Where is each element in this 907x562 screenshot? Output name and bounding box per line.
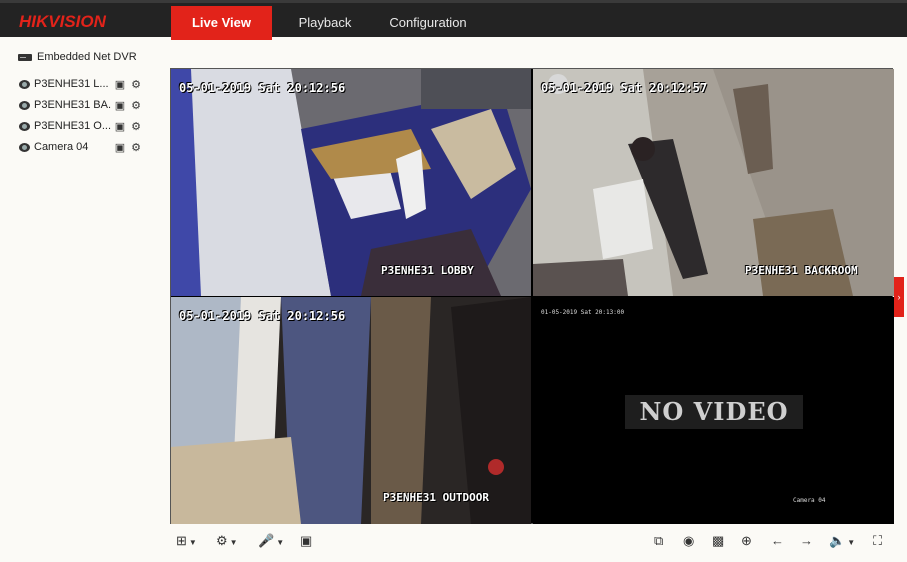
ptz-icon[interactable]: ⚙ <box>128 120 144 133</box>
video-tile-4[interactable]: 01-05-2019 Sat 20:13:00 NO VIDEO Camera … <box>533 297 894 524</box>
speaker-muted-icon: 🔈 <box>829 533 846 548</box>
tab-playback[interactable]: Playback <box>283 6 367 40</box>
ptz-icon: ▣ <box>300 533 313 548</box>
live-view-toolbar: ⊞ ▼ ⚙ ▼ 🎤 ▼ ▣ ⧉ ◉ ▩ ⊕ ← → 🔈 ▼ ⛶ <box>170 527 893 555</box>
device-dvr[interactable]: Embedded Net DVR <box>18 51 137 63</box>
microphone-icon: 🎤 <box>258 533 275 548</box>
record-icon[interactable]: ▣ <box>112 141 128 154</box>
video-camera-name: Camera 04 <box>793 497 826 504</box>
video-timestamp: 05-01-2019 Sat 20:12:57 <box>541 81 708 95</box>
camera-live-icon <box>19 142 30 152</box>
grid-layout-icon: ⊞ <box>176 533 187 548</box>
dvr-icon <box>18 53 32 61</box>
camera-label: P3ENHE31 L... <box>34 78 109 90</box>
record-icon[interactable]: ▣ <box>112 99 128 112</box>
camera-label: P3ENHE31 O... <box>34 120 112 132</box>
top-navigation-bar: HIKVISION Live View Playback Configurati… <box>0 0 907 40</box>
camera-live-icon <box>19 100 30 110</box>
record-icon[interactable]: ▣ <box>112 120 128 133</box>
camera-feed-image <box>171 69 531 296</box>
video-camera-name: P3ENHE31 BACKROOM <box>745 264 858 277</box>
stream-type-button[interactable]: ⚙ ▼ <box>216 532 238 550</box>
video-tile-2[interactable]: 05-01-2019 Sat 20:12:57 P3ENHE31 BACKROO… <box>533 69 894 296</box>
tab-configuration[interactable]: Configuration <box>380 6 476 40</box>
video-tile-3[interactable]: 05-01-2019 Sat 20:12:56 P3ENHE31 OUTDOOR <box>171 297 531 524</box>
video-timestamp: 05-01-2019 Sat 20:12:56 <box>179 81 346 95</box>
chevron-down-icon: ▼ <box>229 538 238 547</box>
fullscreen-button[interactable]: ⛶ <box>873 532 882 550</box>
camera-live-icon <box>19 121 30 131</box>
camera-item-3[interactable]: P3ENHE31 O... ▣ ⚙ <box>19 118 144 134</box>
camera-item-2[interactable]: P3ENHE31 BA... ▣ ⚙ <box>19 97 144 113</box>
expand-panel-icon[interactable]: › <box>894 277 904 317</box>
previous-page-button[interactable]: ← <box>771 532 784 550</box>
capture-button[interactable]: ◉ <box>683 532 694 550</box>
audio-talk-button[interactable]: 🎤 ▼ <box>258 532 284 550</box>
device-name: Embedded Net DVR <box>37 51 137 63</box>
video-timestamp: 05-01-2019 Sat 20:12:56 <box>179 309 346 323</box>
record-icon[interactable]: ▣ <box>112 78 128 91</box>
camera-item-4[interactable]: Camera 04 ▣ ⚙ <box>19 139 144 155</box>
digital-zoom-button[interactable]: ⊕ <box>741 532 752 550</box>
ptz-control-button[interactable]: ▣ <box>300 532 312 550</box>
ptz-icon[interactable]: ⚙ <box>128 99 144 112</box>
video-camera-name: P3ENHE31 OUTDOOR <box>383 491 489 504</box>
hikvision-logo: HIKVISION <box>19 12 106 31</box>
camera-item-1[interactable]: P3ENHE31 L... ▣ ⚙ <box>19 76 144 92</box>
tab-live-view[interactable]: Live View <box>171 6 272 40</box>
fullscreen-icon: ⛶ <box>873 533 883 548</box>
stop-all-icon: ⧉ <box>654 533 664 548</box>
camera-feed-image <box>171 297 531 524</box>
camera-label: Camera 04 <box>34 141 89 153</box>
chevron-down-icon: ▼ <box>188 538 197 547</box>
stop-all-button[interactable]: ⧉ <box>654 532 663 550</box>
window-layout-button[interactable]: ⊞ ▼ <box>176 532 197 550</box>
chevron-down-icon: ▼ <box>847 538 856 547</box>
record-icon: ▩ <box>712 533 725 548</box>
camera-feed-image <box>533 69 894 296</box>
ptz-icon[interactable]: ⚙ <box>128 141 144 154</box>
arrow-right-icon: → <box>800 533 813 548</box>
no-video-message: NO VIDEO <box>625 395 803 429</box>
camera-label: P3ENHE31 BA... <box>34 99 112 111</box>
zoom-in-icon: ⊕ <box>741 533 752 548</box>
camera-icon: ◉ <box>683 533 695 548</box>
camera-live-icon <box>19 79 30 89</box>
ptz-icon[interactable]: ⚙ <box>128 78 144 91</box>
live-view-grid: 05-01-2019 Sat 20:12:56 P3ENHE31 LOBBY 0… <box>170 68 894 524</box>
video-timestamp: 01-05-2019 Sat 20:13:00 <box>541 309 625 316</box>
device-tree: Embedded Net DVR P3ENHE31 L... ▣ ⚙ P3ENH… <box>0 37 165 562</box>
next-page-button[interactable]: → <box>800 532 813 550</box>
video-tile-1[interactable]: 05-01-2019 Sat 20:12:56 P3ENHE31 LOBBY <box>171 69 531 296</box>
record-button[interactable]: ▩ <box>712 532 724 550</box>
volume-button[interactable]: 🔈 ▼ <box>829 532 855 550</box>
chevron-down-icon: ▼ <box>276 538 285 547</box>
video-camera-name: P3ENHE31 LOBBY <box>381 264 474 277</box>
arrow-left-icon: ← <box>771 533 784 548</box>
stream-icon: ⚙ <box>216 533 228 548</box>
